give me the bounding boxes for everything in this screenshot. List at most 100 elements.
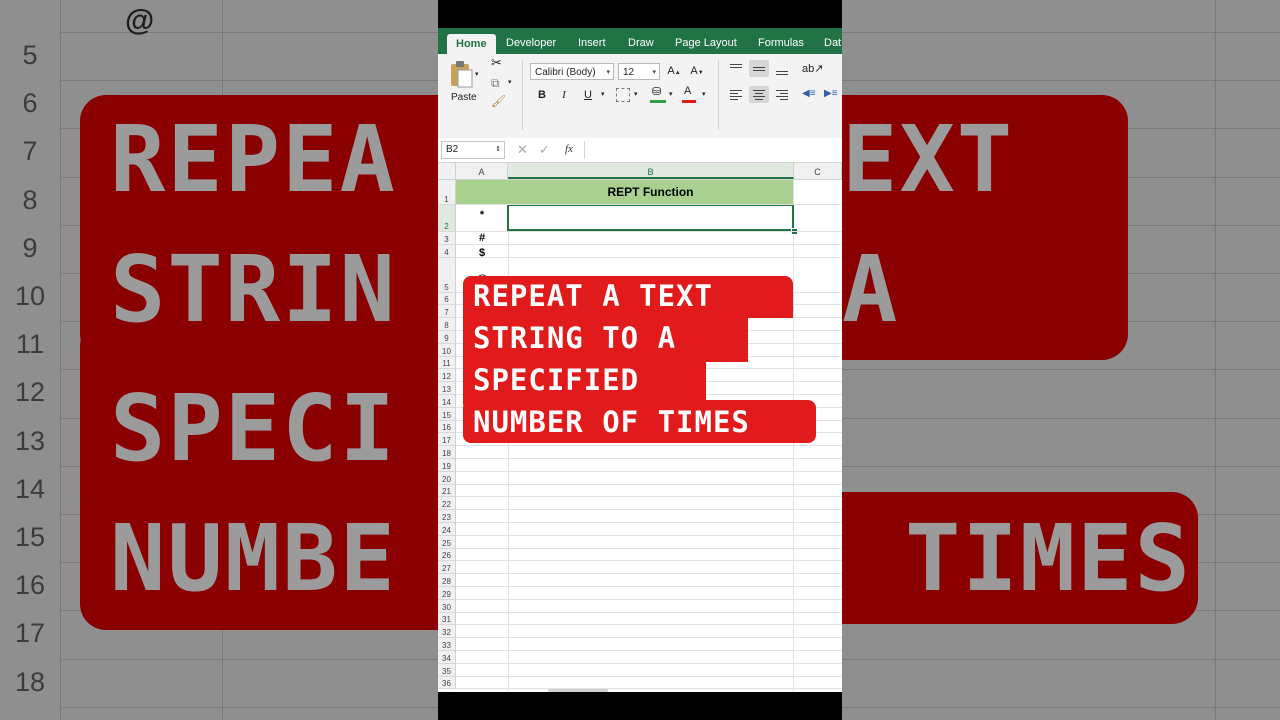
grow-font-button[interactable]: A▲ [665,63,683,80]
row-header[interactable]: 12 [438,369,456,383]
row-header[interactable]: 30 [438,599,456,613]
row-number: 2 [444,222,449,231]
shrink-font-label: A [690,65,698,77]
underline-dropdown-icon[interactable]: ▾ [601,90,605,98]
row-header[interactable]: 5 [438,257,456,293]
font-color-dropdown-icon[interactable]: ▾ [702,90,706,98]
column-header-a[interactable]: A [456,163,508,179]
name-box[interactable]: B2 ⇕ [441,141,505,159]
tab-formulas[interactable]: Formulas [758,28,804,54]
row-header[interactable]: 26 [438,548,456,562]
row-header[interactable]: 25 [438,535,456,549]
row-header[interactable]: 10 [438,343,456,357]
row-gridline [456,624,842,626]
shrink-font-button[interactable]: A▼ [688,63,706,80]
header-cell-b1[interactable]: REPT Function [456,180,793,205]
align-middle-button[interactable] [749,60,769,77]
row-header[interactable]: 3 [438,232,456,245]
enter-icon[interactable]: ✓ [539,142,550,158]
row-header[interactable]: 28 [438,574,456,587]
row-header[interactable]: 27 [438,561,456,575]
row-header[interactable]: 8 [438,318,456,331]
row-header[interactable]: 13 [438,382,456,395]
bg-gridline [1215,0,1216,720]
underline-button[interactable]: U [579,87,597,104]
format-painter-icon[interactable]: 🖌 [491,94,506,108]
column-header-bar: A B C [438,163,842,180]
row-gridline [456,483,842,485]
align-top-button[interactable] [726,60,746,77]
tab-data[interactable]: Dat [824,28,841,54]
row-number: 20 [442,474,451,484]
column-header-c[interactable]: C [794,163,842,179]
tab-insert[interactable]: Insert [578,28,606,54]
row-header[interactable]: 19 [438,459,456,472]
row-header[interactable]: 24 [438,523,456,536]
copy-dropdown-icon[interactable]: ▾ [508,78,512,86]
paste-button[interactable]: Paste [446,58,480,103]
selected-cell-b2[interactable] [507,204,794,231]
fill-color-button[interactable]: ⛁ [650,85,666,103]
fill-dropdown-icon[interactable]: ▾ [669,90,673,98]
row-header[interactable]: 22 [438,497,456,511]
row-header[interactable]: 6 [438,292,456,306]
ribbon-tab-bar: Home Developer Insert Draw Page Layout F… [438,28,842,54]
select-all-corner[interactable] [438,163,456,179]
row-header[interactable]: 14 [438,395,456,408]
tab-developer[interactable]: Developer [506,28,556,54]
align-right-button[interactable] [772,86,792,103]
caption-line-4: NUMBER OF TIMES [473,405,750,439]
row-header[interactable]: 4 [438,244,456,258]
row-number: 33 [442,640,451,650]
row-header[interactable]: 23 [438,510,456,523]
name-box-value: B2 [446,144,459,155]
borders-dropdown-icon[interactable]: ▾ [634,90,638,98]
row-header[interactable]: 9 [438,331,456,344]
row-header[interactable]: 18 [438,446,456,459]
font-size-select[interactable]: 12 ▾ [618,63,660,80]
orientation-icon[interactable]: ab↗ [802,62,823,75]
row-header[interactable]: 17 [438,433,456,447]
row-header[interactable]: 34 [438,651,456,664]
align-bottom-button[interactable] [772,60,792,77]
borders-icon[interactable] [616,88,630,102]
cancel-icon[interactable]: ✕ [517,142,528,158]
row-gridline [456,598,842,600]
row-header[interactable]: 33 [438,638,456,651]
tab-page-layout[interactable]: Page Layout [675,28,737,54]
row-header[interactable]: 2 [438,205,456,232]
align-left-button[interactable] [726,86,746,103]
fx-button[interactable]: fx [565,143,573,155]
horizontal-scrollbar[interactable] [548,689,608,692]
row-header[interactable]: 36 [438,676,456,690]
tab-draw[interactable]: Draw [628,28,654,54]
row-header[interactable]: 29 [438,587,456,600]
row-header[interactable]: 16 [438,420,456,434]
cut-icon[interactable]: ✂ [491,55,502,71]
row-header[interactable]: 31 [438,612,456,626]
cell-a3[interactable]: # [456,232,508,244]
paste-dropdown-icon[interactable]: ▾ [475,70,479,78]
bg-row-number: 11 [15,329,45,360]
formula-input[interactable] [584,141,839,159]
row-header[interactable]: 11 [438,356,456,370]
row-header[interactable]: 32 [438,625,456,639]
row-header[interactable]: 20 [438,471,456,485]
column-header-b[interactable]: B [508,163,794,179]
row-header[interactable]: 35 [438,663,456,677]
font-name-select[interactable]: Calibri (Body) ▾ [530,63,614,80]
tab-home[interactable]: Home [447,34,496,54]
copy-icon[interactable]: ⧉ [491,76,500,91]
decrease-indent-icon[interactable]: ◀≡ [802,88,816,99]
font-color-button[interactable]: A [682,85,696,103]
bold-button[interactable]: B [533,87,551,104]
align-center-button[interactable] [749,86,769,103]
row-number: 10 [442,346,451,356]
increase-indent-icon[interactable]: ▶≡ [824,88,838,99]
italic-button[interactable]: I [555,87,573,104]
row-header[interactable]: 21 [438,484,456,498]
cell-a2[interactable]: * [456,209,508,221]
row-header[interactable]: 15 [438,407,456,421]
row-header[interactable]: 1 [438,180,456,205]
row-header[interactable]: 7 [438,305,456,319]
